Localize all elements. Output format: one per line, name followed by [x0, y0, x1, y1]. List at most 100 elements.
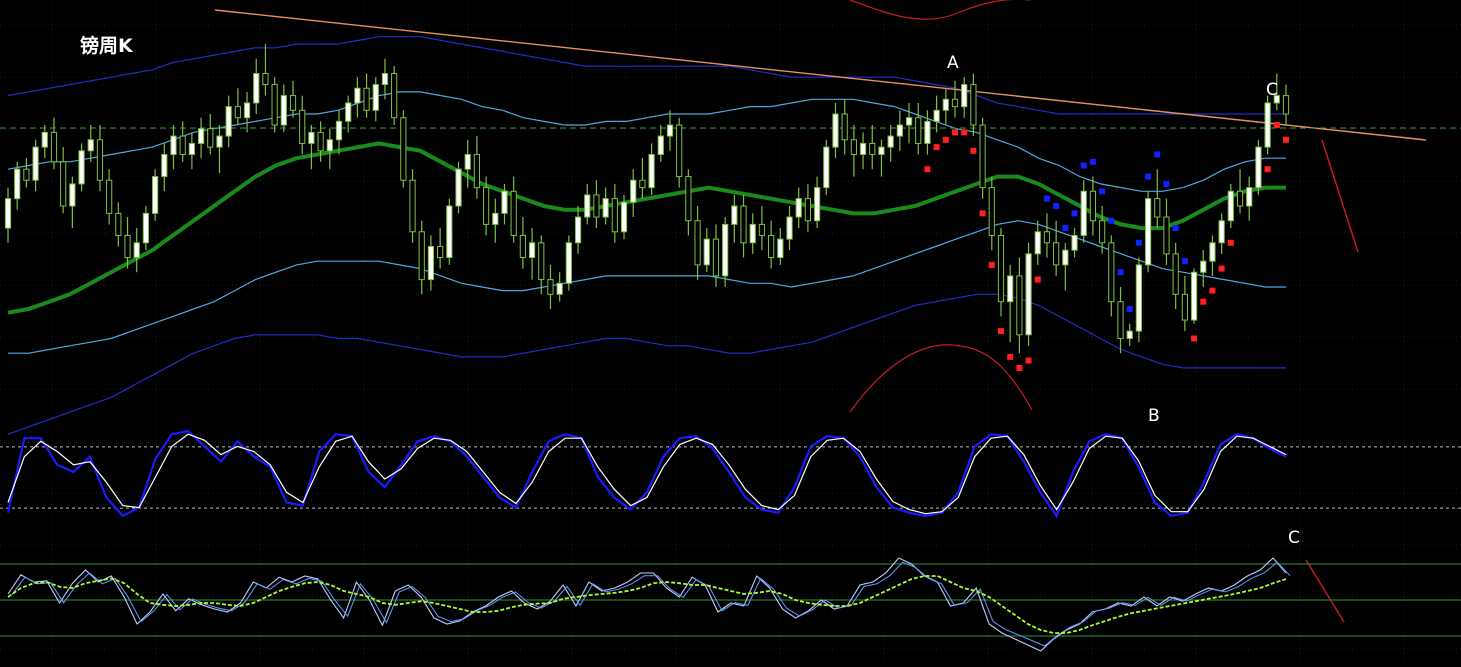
- candle-body-up: [859, 142, 867, 155]
- sar-dot-bear: [1043, 195, 1050, 202]
- sar-dot-bull: [1273, 122, 1280, 129]
- candle-body-up: [69, 183, 76, 207]
- sar-dot-bear: [1172, 225, 1179, 232]
- candle-body-up: [78, 150, 85, 185]
- sar-dot-bear: [1089, 158, 1096, 165]
- candle-body-up: [142, 212, 150, 244]
- candle-body-down: [997, 234, 1005, 303]
- candle: [455, 161, 462, 214]
- sar-dot-bull: [952, 129, 959, 136]
- candle: [409, 169, 416, 243]
- candle: [1025, 242, 1032, 346]
- candle-body-down: [804, 198, 811, 222]
- sar-dot-bear: [1154, 151, 1161, 158]
- candle-body-up: [381, 73, 389, 86]
- candle-body-down: [409, 179, 416, 233]
- candle-body-up: [1080, 190, 1087, 236]
- candle-body-up: [133, 242, 140, 259]
- candle-body-up: [41, 131, 48, 148]
- candle-body-up: [630, 179, 637, 203]
- sar-dot-bear: [1145, 173, 1152, 180]
- sar-dot-bull: [988, 261, 995, 268]
- candle-body-down: [1053, 242, 1060, 266]
- candle: [152, 169, 159, 221]
- candle-body-down: [363, 87, 370, 111]
- candle-body-up: [161, 153, 168, 178]
- weekly-gbp-chart: 镑周K A B C C: [0, 0, 1461, 667]
- sar-dot-bull: [970, 147, 977, 154]
- candle-body-down: [179, 135, 186, 155]
- candle-body-down: [234, 106, 241, 119]
- candle-body-up: [933, 109, 940, 122]
- chart-title: 镑周K: [80, 34, 134, 57]
- candle-body-down: [519, 234, 526, 259]
- candle-body-up: [1135, 264, 1142, 332]
- candle-body-down: [611, 198, 618, 233]
- candle-body-down: [50, 131, 58, 163]
- candle-body-up: [1144, 198, 1152, 266]
- candle-body-down: [850, 139, 857, 155]
- candle-body-down: [1043, 231, 1051, 244]
- candle-body-up: [216, 135, 223, 148]
- candle-body-down: [23, 168, 30, 181]
- candle-body-down: [96, 139, 104, 181]
- candle-body-down: [841, 113, 848, 141]
- sar-dot-bull: [1007, 353, 1014, 360]
- candle-body-up: [905, 117, 913, 126]
- candle-body-up: [32, 146, 39, 181]
- candle-body-up: [87, 139, 94, 152]
- candle-body-down: [124, 234, 131, 259]
- chart-background: [0, 0, 1461, 667]
- sar-dot-bear: [1080, 162, 1087, 169]
- candle: [1144, 191, 1152, 273]
- candle-body-down: [271, 84, 278, 126]
- candle-body-up: [455, 168, 462, 207]
- candle-body-down: [676, 124, 683, 178]
- candle-body-down: [115, 212, 122, 236]
- candle-body-up: [777, 238, 784, 259]
- candle-body-down: [1154, 198, 1161, 218]
- candle-body-down: [1099, 220, 1106, 244]
- candle: [1190, 268, 1198, 324]
- candle-body-up: [722, 223, 729, 277]
- candle-body-up: [1007, 275, 1014, 303]
- sar-dot-bull: [1264, 166, 1271, 173]
- candle-body-up: [1071, 234, 1078, 251]
- candle-body-up: [1025, 253, 1032, 336]
- candle-body-down: [473, 153, 481, 189]
- sar-dot-bear: [1108, 217, 1115, 224]
- candle-body-up: [1246, 187, 1253, 207]
- annotation-a: A: [947, 53, 959, 73]
- candle-body-down: [547, 279, 554, 295]
- sar-dot-bear: [1117, 269, 1124, 276]
- candle-body-down: [1163, 216, 1170, 255]
- candle-body-up: [354, 87, 361, 104]
- candle-body-down: [483, 187, 490, 225]
- candle-body-down: [988, 187, 995, 236]
- candle-body-down: [1181, 293, 1188, 321]
- sar-dot-bull: [1227, 239, 1234, 246]
- sar-dot-bear: [1126, 306, 1133, 313]
- candle-body-up: [501, 190, 508, 214]
- candle-body-down: [1282, 95, 1290, 115]
- candle: [1264, 95, 1271, 155]
- candle-body-up: [345, 102, 352, 122]
- candle-body-up: [152, 176, 159, 214]
- candle-body-down: [60, 161, 67, 207]
- candle-body-up: [326, 139, 333, 152]
- candle-body-up: [924, 120, 931, 144]
- candle-body-up: [584, 194, 591, 218]
- candle-body-up: [492, 212, 499, 225]
- sar-dot-bull: [942, 136, 949, 143]
- sar-dot-bull: [1200, 298, 1207, 305]
- sar-dot-bull: [979, 210, 986, 217]
- sar-dot-bull: [1016, 364, 1023, 371]
- candle-body-down: [685, 176, 692, 222]
- candle: [78, 143, 85, 192]
- candle-body-up: [1034, 231, 1041, 255]
- candle-body-down: [299, 109, 306, 144]
- candle-body-down: [1236, 190, 1244, 207]
- candle-body-up: [961, 84, 968, 108]
- candle-body-down: [915, 117, 922, 144]
- candle-body-up: [1264, 102, 1271, 148]
